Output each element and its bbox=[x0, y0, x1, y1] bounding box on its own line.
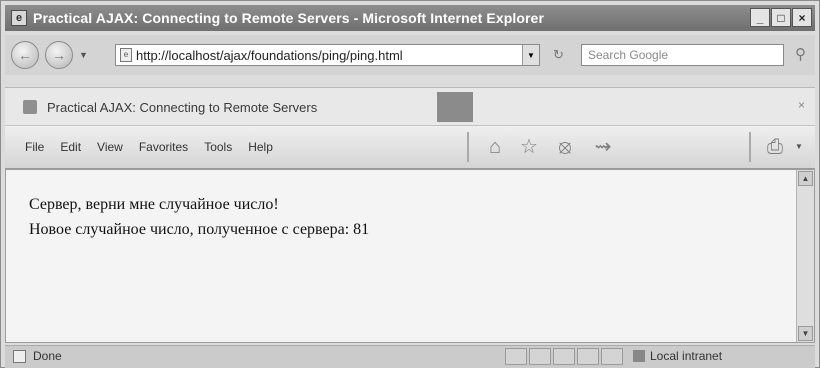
tab-page[interactable]: Practical AJAX: Connecting to Remote Ser… bbox=[11, 92, 431, 122]
ie-logo-icon: e bbox=[11, 10, 27, 26]
close-tab-icon[interactable]: × bbox=[798, 98, 805, 112]
feeds-icon[interactable]: ⇝ bbox=[589, 134, 617, 160]
search-icon[interactable]: ⚲ bbox=[795, 45, 806, 63]
status-pane bbox=[529, 348, 551, 365]
status-pane bbox=[505, 348, 527, 365]
menu-help[interactable]: Help bbox=[248, 140, 273, 154]
menu-view[interactable]: View bbox=[97, 140, 123, 154]
favorites-star-icon[interactable]: ☆ bbox=[515, 134, 543, 160]
status-pane bbox=[553, 348, 575, 365]
address-dropdown-icon[interactable]: ▼ bbox=[522, 45, 539, 65]
minimize-button[interactable]: _ bbox=[750, 8, 770, 27]
status-pane bbox=[577, 348, 599, 365]
status-text: Done bbox=[33, 349, 62, 363]
address-toolbar: ← → ▼ e http://localhost/ajax/foundation… bbox=[5, 35, 815, 75]
menu-tools[interactable]: Tools bbox=[204, 140, 232, 154]
scroll-up-icon[interactable]: ▲ bbox=[798, 171, 813, 186]
menu-edit[interactable]: Edit bbox=[60, 140, 81, 154]
status-bar: Done Local intranet bbox=[5, 345, 815, 368]
page-content: Сервер, верни мне случайное число! Новое… bbox=[5, 169, 815, 343]
tab-label: Practical AJAX: Connecting to Remote Ser… bbox=[47, 99, 318, 115]
refresh-icon[interactable]: ↻ bbox=[553, 47, 564, 63]
page-status-icon bbox=[13, 350, 26, 363]
toolbar-divider bbox=[467, 132, 469, 162]
page-icon: e bbox=[120, 48, 132, 62]
title-bar[interactable]: e Practical AJAX: Connecting to Remote S… bbox=[5, 5, 815, 31]
vertical-scrollbar[interactable]: ▲ ▼ bbox=[796, 170, 814, 342]
menu-file[interactable]: File bbox=[25, 140, 44, 154]
tools-dropdown-icon[interactable]: ▼ bbox=[795, 142, 803, 151]
close-button[interactable]: × bbox=[792, 8, 812, 27]
window-controls: _ □ × bbox=[749, 8, 812, 27]
request-text: Сервер, верни мне случайное число! bbox=[29, 196, 279, 213]
toolbar-divider bbox=[749, 132, 751, 162]
menu-favorites[interactable]: Favorites bbox=[139, 140, 188, 154]
local-intranet-icon bbox=[633, 350, 645, 362]
menu-bar: File Edit View Favorites Tools Help bbox=[25, 140, 273, 154]
security-zone[interactable]: Local intranet bbox=[650, 349, 722, 363]
scroll-down-icon[interactable]: ▼ bbox=[798, 326, 813, 341]
search-input[interactable]: Search Google bbox=[581, 44, 784, 66]
history-dropdown-icon[interactable]: ▼ bbox=[79, 50, 88, 60]
tab-bar: Practical AJAX: Connecting to Remote Ser… bbox=[5, 87, 815, 126]
status-pane bbox=[601, 348, 623, 365]
forward-icon[interactable]: → bbox=[45, 41, 73, 69]
address-url[interactable]: http://localhost/ajax/foundations/ping/p… bbox=[136, 48, 403, 63]
tab-page-icon bbox=[23, 100, 37, 114]
back-icon[interactable]: ← bbox=[11, 41, 39, 69]
history-icon[interactable]: ⦻ bbox=[551, 134, 579, 160]
menu-toolbar: File Edit View Favorites Tools Help ⌂ ☆ … bbox=[5, 125, 815, 169]
browser-window: e Practical AJAX: Connecting to Remote S… bbox=[0, 0, 820, 368]
new-tab-button[interactable] bbox=[437, 92, 473, 122]
home-icon[interactable]: ⌂ bbox=[481, 134, 509, 160]
window-title: Practical AJAX: Connecting to Remote Ser… bbox=[33, 10, 544, 26]
maximize-button[interactable]: □ bbox=[771, 8, 791, 27]
address-field[interactable]: e http://localhost/ajax/foundations/ping… bbox=[115, 44, 540, 66]
print-icon[interactable]: ⎙ bbox=[761, 134, 789, 160]
response-text: Новое случайное число, полученное с серв… bbox=[29, 221, 370, 238]
